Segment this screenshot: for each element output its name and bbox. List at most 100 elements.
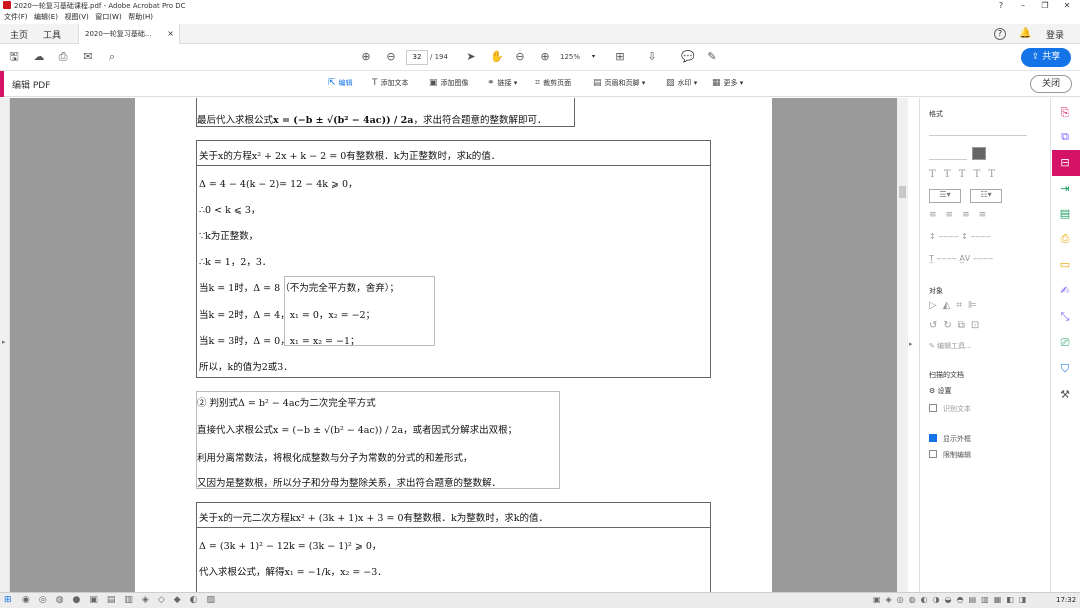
example-1-line[interactable]: Δ = 4 − 4(k − 2)= 12 − 4k ⩾ 0， (199, 176, 358, 190)
font-family-select[interactable] (929, 124, 1027, 136)
scrollbar-thumb[interactable] (899, 186, 906, 198)
tab-document[interactable]: 2020一轮复习基础... × (78, 24, 180, 44)
taskbar-app-icons[interactable]: ◉◎◍●▣▤▥◈◇◆◐▨ (22, 595, 224, 605)
add-text-button[interactable]: T 添加文本 (372, 78, 409, 88)
comment-tool-icon[interactable]: ▭ (1058, 258, 1072, 272)
example-1-line[interactable]: 当k = 1时，Δ = 8（不为完全平方数，舍弃）； (199, 280, 399, 294)
edit-tools-select[interactable]: ✎ 编辑工具... (929, 341, 972, 351)
help-icon[interactable]: ? (994, 28, 1006, 40)
vertical-scrollbar[interactable] (897, 98, 908, 592)
save-icon[interactable]: 🖫 (8, 51, 20, 63)
pdf-page[interactable]: 最后代入求根公式x = (−b ± √(b² − 4ac)) / 2a，求出符合… (135, 98, 772, 592)
menu-window[interactable]: 窗口(W) (95, 11, 121, 23)
menu-edit[interactable]: 编辑(E) (34, 11, 58, 23)
enhance-scans-icon[interactable]: ⎙ (1058, 232, 1072, 246)
link-button[interactable]: ⚭ 链接 ▾ (487, 78, 517, 88)
method-2-line[interactable]: 直接代入求根公式x = (−b ± √(b² − 4ac)) / 2a，或者因式… (197, 422, 517, 436)
bullet-list-icon[interactable]: ☰▾ (929, 189, 961, 203)
zoom-in-icon[interactable]: ⊕ (539, 51, 551, 63)
example-1-line[interactable]: 当k = 2时，Δ = 4，x₁ = 0，x₂ = −2； (199, 307, 375, 321)
protect-icon[interactable]: ⛉ (1058, 362, 1072, 376)
font-color-swatch[interactable] (972, 147, 986, 160)
line-spacing-icon[interactable]: ↕ ‒‒‒‒ ↕ ‒‒‒‒ (929, 232, 991, 241)
zoom-out-icon[interactable]: ⊖ (514, 51, 526, 63)
document-canvas[interactable]: 最后代入求根公式x = (−b ± √(b² − 4ac)) / 2a，求出符合… (10, 98, 897, 592)
bell-icon[interactable]: 🔔 (1019, 28, 1031, 39)
crop-button[interactable]: ⌗ 裁剪页面 (535, 78, 571, 88)
create-pdf-icon[interactable]: ⎘ (1058, 106, 1072, 120)
numbered-list-icon[interactable]: ☷▾ (970, 189, 1002, 203)
comment-icon[interactable]: 💬 (681, 51, 695, 63)
settings-link[interactable]: ⚙ 设置 (929, 386, 952, 396)
menu-file[interactable]: 文件(F) (4, 11, 28, 23)
objects-heading: 对象 (929, 287, 943, 295)
start-icon[interactable]: ⊞ (4, 595, 12, 605)
login-link[interactable]: 登录 (1046, 28, 1064, 41)
email-icon[interactable]: ✉ (82, 51, 94, 63)
example-1-line[interactable]: 当k = 3时，Δ = 0，x₁ = x₂ = −1； (199, 333, 360, 347)
show-outline-checkbox[interactable] (929, 434, 937, 442)
zoom-dropdown-icon[interactable]: ▾ (592, 53, 595, 60)
page-number-input[interactable]: 32 (406, 50, 428, 65)
tab-tools[interactable]: 工具 (43, 28, 61, 41)
page-up-icon[interactable]: ⊕ (360, 51, 372, 63)
organize-pages-icon[interactable]: ▤ (1058, 207, 1072, 221)
close-edit-button[interactable]: 关闭 (1030, 75, 1072, 93)
collapse-panel-icon[interactable]: ▸ (909, 340, 913, 348)
hand-tool-icon[interactable]: ✋ (490, 51, 504, 63)
page-down-icon[interactable]: ⊖ (385, 51, 397, 63)
restore-button[interactable]: ❐ (1034, 0, 1056, 11)
cloud-upload-icon[interactable]: ☁ (33, 51, 45, 63)
share-button[interactable]: ⇪ 共享 (1021, 48, 1071, 67)
example-2-line[interactable]: 代入求根公式，解得x₁ = −1/k，x₂ = −3． (199, 564, 387, 578)
example-1-line[interactable]: ∵k为正整数， (199, 228, 258, 242)
export-pdf-icon[interactable]: ⇥ (1058, 182, 1072, 196)
system-tray-icons[interactable]: ▣◈◎◍◐◑◒◓▤▥▦◧◨ (873, 595, 1031, 604)
help-button[interactable]: ? (990, 0, 1012, 11)
method-2-line[interactable]: 利用分离常数法，将根化成整数与分子为常数的分式的和差形式， (197, 450, 473, 464)
object-rotate-icons[interactable]: ↺↻⧉⊡ (929, 320, 985, 331)
example-1-line[interactable]: ∴0 < k ⩽ 3， (199, 202, 260, 216)
more-tools-icon[interactable]: ⚒ (1058, 388, 1072, 402)
font-size-select[interactable] (929, 148, 967, 160)
fit-page-icon[interactable]: ⊞ (614, 51, 626, 63)
edit-pdf-icon[interactable]: ⊟ (1058, 156, 1072, 170)
char-spacing-icon[interactable]: T̲ ‒‒‒‒ A̲V ‒‒‒‒ (929, 254, 993, 263)
search-icon[interactable]: ⌕ (106, 51, 118, 63)
example-2-title[interactable]: 关于x的一元二次方程kx² + (3k + 1)x + 3 = 0有整数根．k为… (199, 510, 548, 524)
example-1-line[interactable]: 所以，k的值为2或3． (199, 359, 293, 373)
print-production-icon[interactable]: ⎚ (1058, 336, 1072, 350)
close-tab-icon[interactable]: × (167, 29, 174, 38)
text-style-icons[interactable]: TTTTT (929, 169, 1003, 180)
edit-button[interactable]: ⇱ 编辑 (328, 78, 353, 88)
minimize-button[interactable]: – (1012, 0, 1034, 11)
scroll-mode-icon[interactable]: ⇩ (646, 51, 658, 63)
measure-icon[interactable]: ⤡ (1058, 310, 1072, 324)
sign-icon[interactable]: ✎ (706, 51, 718, 63)
print-icon[interactable]: ⎙ (57, 51, 69, 63)
menu-help[interactable]: 帮助(H) (128, 11, 153, 23)
object-arrange-icons[interactable]: ▷◭⌗⊫ (929, 300, 983, 311)
example-1-title[interactable]: 关于x的方程x² + 2x + k − 2 = 0有整数根．k为正整数时，求k的… (199, 148, 500, 162)
expand-left-icon[interactable]: ▸ (2, 338, 6, 346)
add-image-button[interactable]: ▣ 添加图像 (429, 78, 469, 88)
method-2-line[interactable]: ② 判别式Δ = b² − 4ac为二次完全平方式 (197, 395, 376, 409)
more-button[interactable]: ▦ 更多 ▾ (712, 78, 743, 88)
combine-files-icon[interactable]: ⧉ (1058, 130, 1072, 144)
restrict-edit-checkbox[interactable] (929, 450, 937, 458)
menu-view[interactable]: 视图(V) (64, 11, 88, 23)
example-1-line[interactable]: ∴k = 1，2，3． (199, 254, 271, 268)
align-icons[interactable]: ≡≡≡≡ (929, 210, 995, 220)
zoom-level[interactable]: 125% (560, 53, 580, 61)
top-line[interactable]: 最后代入求根公式x = (−b ± √(b² − 4ac)) / 2a，求出符合… (197, 112, 546, 126)
method-2-line[interactable]: 又因为是整数根，所以分子和分母为整除关系，求出符合题意的整数解． (197, 475, 501, 489)
example-2-line[interactable]: Δ = (3k + 1)² − 12k = (3k − 1)² ⩾ 0， (199, 538, 381, 552)
recognize-text-checkbox[interactable] (929, 404, 937, 412)
select-cursor-icon[interactable]: ➤ (465, 51, 477, 63)
close-window-button[interactable]: ✕ (1056, 0, 1078, 11)
tab-home[interactable]: 主页 (10, 28, 28, 41)
fill-sign-icon[interactable]: ✍ (1058, 284, 1072, 298)
left-nav-gutter[interactable]: ▸ (0, 98, 10, 592)
header-footer-button[interactable]: ▤ 页眉和页脚 ▾ (593, 78, 645, 88)
watermark-button[interactable]: ▨ 水印 ▾ (666, 78, 697, 88)
